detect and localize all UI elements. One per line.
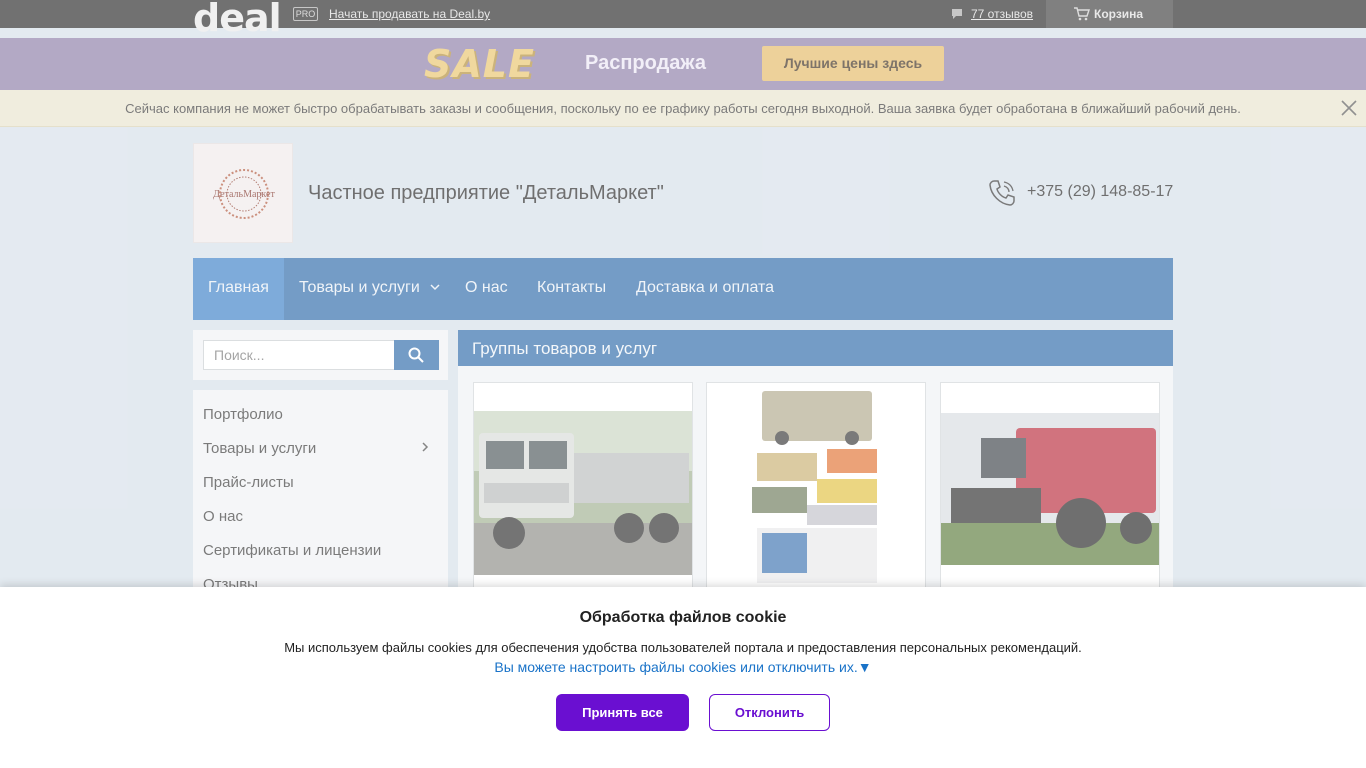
chevron-right-icon[interactable] bbox=[420, 442, 430, 452]
sale-title: Распродажа bbox=[585, 52, 706, 74]
groups-title: Группы товаров и услуг bbox=[472, 339, 658, 358]
sidebar-item-pricelists[interactable]: Прайс-листы bbox=[203, 474, 294, 491]
chevron-down-icon bbox=[430, 284, 440, 291]
cookie-banner: Обработка файлов cookie Мы используем фа… bbox=[0, 587, 1366, 768]
groups-grid bbox=[458, 366, 1173, 596]
group-card-trucks-collage[interactable] bbox=[706, 382, 926, 592]
sidebar-item-certificates[interactable]: Сертификаты и лицензии bbox=[203, 542, 381, 559]
nav-home[interactable]: Главная bbox=[193, 258, 284, 320]
cart-label: Корзина bbox=[1094, 7, 1144, 21]
sidebar-menu: Портфолио Товары и услуги Прайс-листы О … bbox=[193, 390, 448, 593]
nav-products[interactable]: Товары и услуги bbox=[299, 258, 440, 320]
decline-button[interactable]: Отклонить bbox=[709, 694, 830, 731]
pro-badge[interactable]: PRO bbox=[293, 7, 318, 21]
nav-about[interactable]: О нас bbox=[465, 258, 508, 320]
cookie-title: Обработка файлов cookie bbox=[579, 609, 787, 626]
nav-delivery[interactable]: Доставка и оплата bbox=[636, 258, 774, 320]
cookie-settings-link[interactable]: Вы можете настроить файлы cookies или от… bbox=[0, 659, 1366, 675]
comment-icon bbox=[952, 9, 962, 19]
accept-all-button[interactable]: Принять все bbox=[556, 694, 689, 731]
reviews-link[interactable]: 77 отзывов bbox=[951, 7, 1033, 21]
company-logo-emblem: ДетальМаркет bbox=[213, 169, 275, 219]
sidebar-item-products[interactable]: Товары и услуги bbox=[203, 440, 316, 457]
phone-icon bbox=[989, 180, 1015, 206]
trucks-collage-image bbox=[752, 391, 877, 583]
combine-harvester-image bbox=[941, 413, 1159, 565]
sidebar-item-about[interactable]: О нас bbox=[203, 508, 243, 525]
cart-icon bbox=[1074, 7, 1090, 21]
sale-graphic: SALE bbox=[424, 42, 535, 86]
phone-number[interactable]: +375 (29) 148-85-17 bbox=[1027, 183, 1173, 201]
sidebar-item-portfolio[interactable]: Портфолио bbox=[203, 406, 283, 423]
notice-text: Сейчас компания не может быстро обрабаты… bbox=[125, 101, 1241, 116]
closed-notice: Сейчас компания не может быстро обрабаты… bbox=[0, 90, 1366, 127]
group-card-agri[interactable] bbox=[940, 382, 1160, 592]
group-card-trucks[interactable] bbox=[473, 382, 693, 592]
search-icon bbox=[408, 347, 424, 363]
company-logo[interactable]: ДетальМаркет bbox=[193, 143, 293, 243]
sale-banner[interactable]: SALE Распродажа Лучшие цены здесь bbox=[0, 38, 1366, 90]
top-bar: deal PRO Начать продавать на Deal.by 77 … bbox=[0, 0, 1366, 38]
best-prices-button[interactable]: Лучшие цены здесь bbox=[762, 46, 944, 81]
company-name: Частное предприятие "ДетальМаркет" bbox=[308, 182, 664, 204]
groups-header: Группы товаров и услуг bbox=[458, 330, 1173, 366]
main-nav: Главная Товары и услуги О нас Контакты Д… bbox=[193, 258, 1173, 320]
search-input[interactable] bbox=[203, 340, 395, 370]
cookie-text: Мы используем файлы cookies для обеспече… bbox=[284, 640, 1082, 655]
nav-contacts[interactable]: Контакты bbox=[537, 258, 606, 320]
cart-button[interactable]: Корзина bbox=[1046, 0, 1173, 28]
close-icon[interactable] bbox=[1340, 99, 1358, 117]
deal-logo[interactable]: deal bbox=[193, 0, 282, 38]
reviews-link-label: 77 отзывов bbox=[971, 7, 1034, 21]
nav-products-label: Товары и услуги bbox=[299, 279, 420, 296]
search-box bbox=[193, 330, 448, 380]
start-selling-link[interactable]: Начать продавать на Deal.by bbox=[329, 7, 490, 21]
search-button[interactable] bbox=[394, 340, 439, 370]
company-logo-text: ДетальМаркет bbox=[213, 189, 275, 200]
truck-image bbox=[474, 411, 692, 575]
